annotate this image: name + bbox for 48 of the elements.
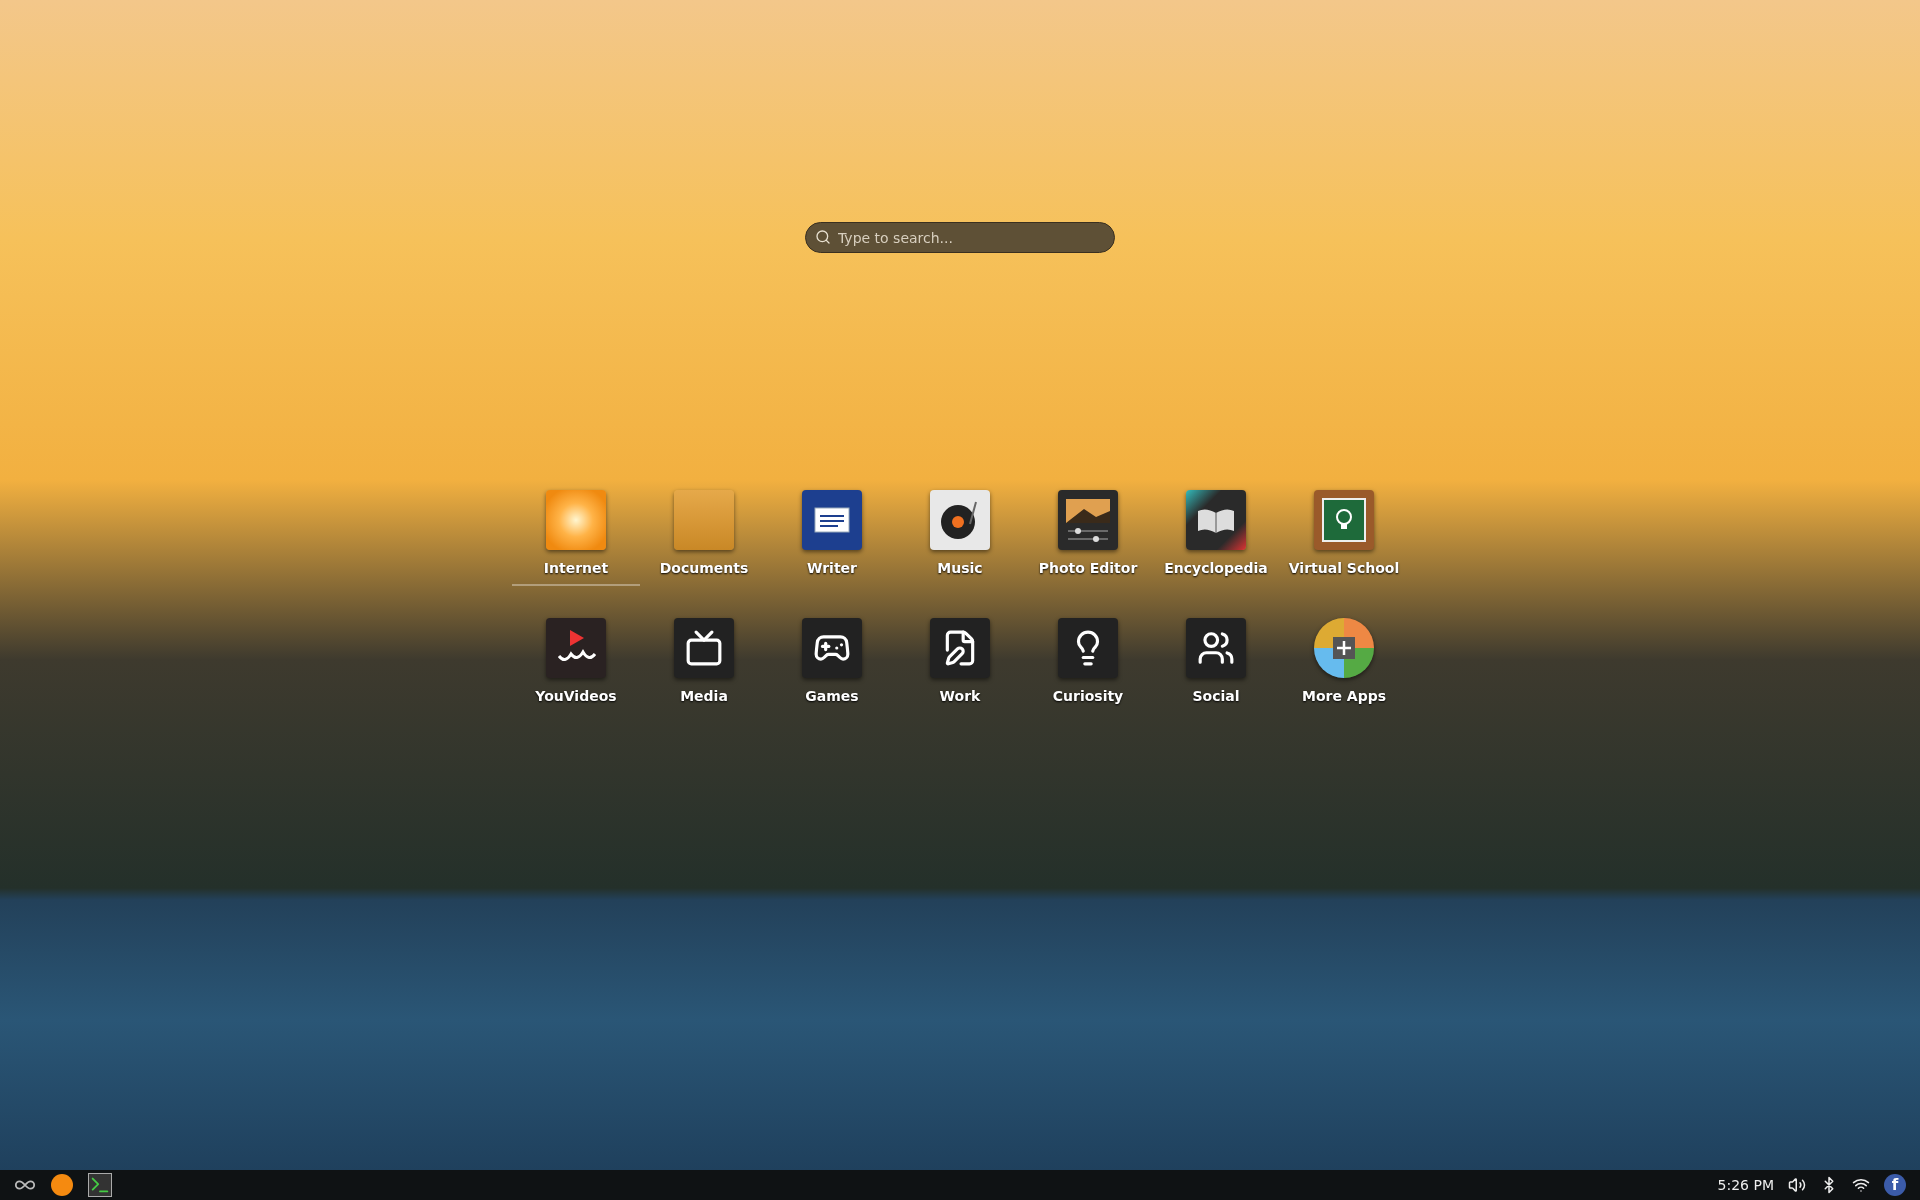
lightbulb-icon	[1058, 618, 1118, 678]
app-label: Photo Editor	[1038, 560, 1138, 576]
book-icon	[1186, 490, 1246, 550]
app-label: More Apps	[1301, 688, 1386, 704]
document-edit-icon	[930, 618, 990, 678]
app-label: Music	[937, 560, 983, 576]
app-launcher[interactable]: Music	[896, 490, 1024, 586]
volume-icon[interactable]	[1788, 1176, 1806, 1194]
ball-icon[interactable]	[50, 1173, 74, 1197]
terminal-icon[interactable]	[88, 1173, 112, 1197]
app-label: Media	[680, 688, 728, 704]
app-launcher[interactable]: More Apps	[1280, 618, 1408, 714]
app-label: Encyclopedia	[1164, 560, 1268, 576]
app-launcher[interactable]: Social	[1152, 618, 1280, 714]
app-launcher[interactable]: Media	[640, 618, 768, 714]
gamepad-icon	[802, 618, 862, 678]
search-icon	[815, 229, 831, 245]
sun-icon	[546, 490, 606, 550]
app-label: YouVideos	[535, 688, 617, 704]
chalkboard-icon	[1314, 490, 1374, 550]
app-label: Writer	[807, 560, 857, 576]
search-field[interactable]: Type to search...	[805, 222, 1115, 253]
app-label: Social	[1192, 688, 1240, 704]
app-label: Games	[805, 688, 859, 704]
app-label: Documents	[659, 560, 749, 576]
app-launcher[interactable]: Virtual School	[1280, 490, 1408, 586]
app-launcher[interactable]: Photo Editor	[1024, 490, 1152, 586]
app-label: Curiosity	[1052, 688, 1124, 704]
app-launcher[interactable]: YouVideos	[512, 618, 640, 714]
turntable-icon	[930, 490, 990, 550]
app-launcher[interactable]: Work	[896, 618, 1024, 714]
app-launcher[interactable]: Internet	[512, 490, 640, 586]
people-icon	[1186, 618, 1246, 678]
clock[interactable]: 5:26 PM	[1717, 1177, 1774, 1193]
app-label: Internet	[543, 560, 609, 576]
app-launcher[interactable]: Documents	[640, 490, 768, 586]
app-launcher[interactable]: Writer	[768, 490, 896, 586]
app-label: Work	[939, 688, 981, 704]
document-icon	[802, 490, 862, 550]
app-launcher[interactable]: Curiosity	[1024, 618, 1152, 714]
tv-icon	[674, 618, 734, 678]
app-launcher[interactable]: Games	[768, 618, 896, 714]
photo-editor-icon	[1058, 490, 1118, 550]
video-icon	[546, 618, 606, 678]
social-app-badge[interactable]: f	[1884, 1174, 1906, 1196]
app-launcher[interactable]: Encyclopedia	[1152, 490, 1280, 586]
app-label: Virtual School	[1288, 560, 1400, 576]
wifi-icon[interactable]	[1852, 1176, 1870, 1194]
